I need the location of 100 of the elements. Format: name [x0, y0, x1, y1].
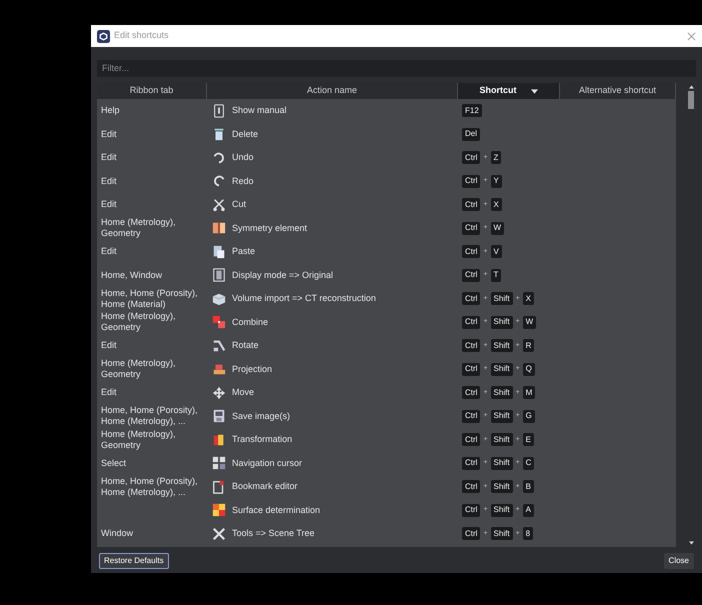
trash-icon — [212, 127, 226, 142]
window-title: Edit shortcuts — [114, 29, 169, 42]
scroll-down-icon[interactable] — [688, 541, 694, 545]
table-cell-text: Rotate — [232, 339, 259, 352]
key-cap: Ctrl — [462, 504, 480, 517]
close-button[interactable]: Close — [664, 553, 694, 569]
table-cell-text: Undo — [232, 151, 254, 164]
restore-defaults-button[interactable]: Restore Defaults — [99, 553, 169, 569]
key-cap: Ctrl — [462, 268, 480, 282]
key-cap: Z — [490, 151, 502, 164]
table-cell-text: Home (Metrology), Geometry — [101, 428, 177, 451]
key-cap: C — [522, 456, 534, 470]
scroll-up-icon[interactable] — [688, 85, 694, 89]
tools-icon — [212, 526, 226, 541]
table-cell: Projection — [232, 362, 272, 376]
key-cap: X — [490, 198, 502, 212]
table-cell-text: Select — [101, 458, 128, 469]
table-cell-text: Home, Home (Porosity), Home (Metrology), ... — [101, 476, 199, 498]
table-cell-text: Edit — [101, 340, 118, 352]
paste-icon — [212, 244, 226, 259]
key-cap: Shift — [490, 456, 513, 470]
table-cell-text: Edit — [101, 387, 118, 398]
bookmark-icon — [212, 480, 226, 494]
table-cell-text: Home (Metrology), Geometry — [101, 217, 177, 240]
table-cell-text: Home (Metrology), Geometry — [101, 358, 177, 380]
table-cell-text: Redo — [232, 174, 254, 188]
table-cell-text: Show manual — [232, 104, 287, 117]
key-cap: W — [522, 316, 536, 329]
column-header[interactable]: Ribbon tab — [97, 83, 207, 99]
key-cap: Ctrl — [462, 386, 480, 400]
table-cell: Navigation cursor — [232, 456, 302, 470]
cube-icon — [212, 292, 226, 306]
key-cap: E — [522, 433, 534, 446]
key-cap: 8 — [522, 527, 534, 540]
key-cap: Ctrl — [462, 527, 480, 540]
key-cap: Ctrl — [462, 292, 480, 306]
key-cap: A — [522, 504, 534, 517]
key-cap: R — [522, 339, 534, 352]
key-cap: V — [490, 245, 502, 258]
surface-icon — [212, 503, 226, 518]
sort-caret-icon — [530, 88, 538, 94]
table-cell-text: Paste — [232, 245, 256, 258]
key-cap: Shift — [490, 480, 513, 494]
key-cap: Shift — [490, 316, 513, 329]
key-cap: Shift — [490, 339, 513, 352]
filter-field[interactable]: Filter... — [97, 60, 696, 76]
close-icon[interactable] — [687, 32, 696, 40]
table-cell-text: Help — [101, 105, 121, 116]
table-cell-text: Transformation — [232, 433, 292, 446]
symmetry-icon — [212, 221, 226, 236]
key-cap: Y — [490, 174, 502, 188]
key-cap: Ctrl — [462, 410, 480, 423]
table-cell-text: Edit — [101, 199, 118, 210]
scrollbar-thumb[interactable] — [688, 91, 694, 109]
table-cell-text: Home, Home (Porosity), Home (Metrology), ... — [101, 405, 199, 428]
save-image-icon — [212, 409, 226, 424]
display-icon — [212, 268, 226, 282]
key-cap: Shift — [490, 362, 513, 376]
table-cell: Save image(s) — [232, 410, 290, 423]
key-cap: Ctrl — [462, 433, 480, 446]
rotate-icon — [212, 338, 226, 353]
key-cap: Shift — [490, 433, 513, 446]
table-cell: Display mode => Original — [232, 268, 334, 282]
table-cell-text: Edit — [101, 176, 118, 187]
key-cap: Shift — [490, 292, 513, 306]
table-cell-text: Move — [232, 386, 254, 399]
key-cap: Shift — [490, 410, 513, 423]
table-cell-text: Edit — [101, 246, 118, 258]
table-cell-text: Delete — [232, 128, 258, 140]
app-logo-icon — [97, 30, 110, 42]
key-cap: Ctrl — [462, 198, 480, 212]
column-header[interactable]: Shortcut — [458, 83, 560, 99]
redo-icon — [212, 174, 226, 188]
manual-icon — [212, 104, 226, 118]
table-cell-text: Edit — [101, 152, 118, 164]
key-cap: Ctrl — [462, 151, 480, 164]
undo-icon — [212, 150, 226, 165]
projection-icon — [212, 362, 226, 376]
table-cell-text: Cut — [232, 198, 246, 211]
table-cell-text: Volume import => CT reconstruction — [232, 292, 376, 305]
key-cap: Ctrl — [462, 339, 480, 352]
table-cell-text: Home (Metrology), Geometry — [101, 311, 177, 334]
move-icon — [212, 386, 226, 400]
key-cap: F12 — [462, 104, 482, 118]
column-header[interactable]: Alternative shortcut — [560, 83, 676, 99]
key-cap: G — [522, 410, 535, 423]
table-cell-text: Edit — [101, 128, 118, 140]
scissors-icon — [212, 198, 226, 212]
key-cap: Shift — [490, 386, 513, 400]
key-cap: M — [522, 386, 536, 400]
table-cell: Symmetry element — [232, 222, 308, 235]
table-cell-text: Window — [101, 528, 134, 540]
key-cap: Shift — [490, 504, 513, 517]
key-cap: Shift — [490, 527, 513, 540]
key-cap: T — [490, 268, 502, 282]
key-cap: Del — [462, 128, 480, 141]
key-cap: Ctrl — [462, 316, 480, 329]
key-cap: Ctrl — [462, 245, 480, 258]
key-cap: Ctrl — [462, 174, 480, 188]
key-cap: Ctrl — [462, 480, 480, 494]
